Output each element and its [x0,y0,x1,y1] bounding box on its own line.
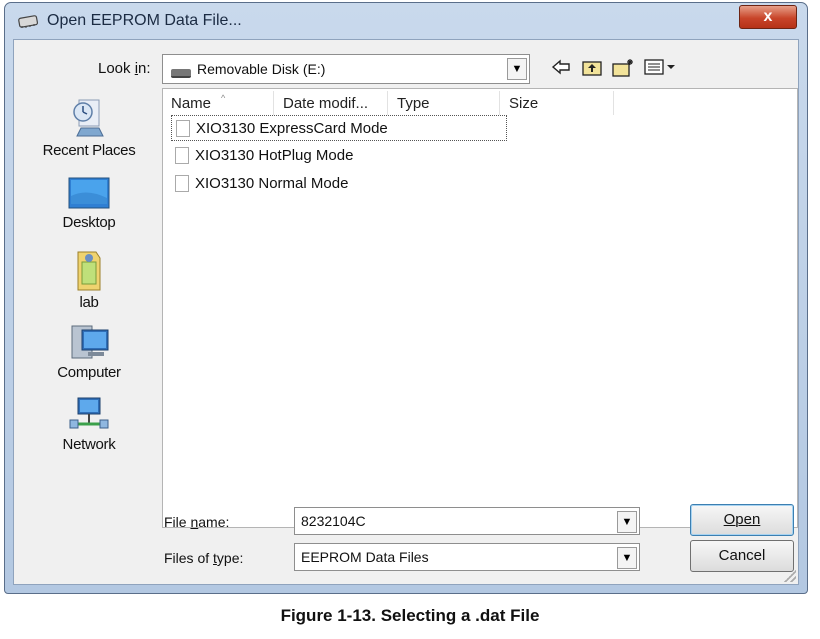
cancel-button[interactable]: Cancel [690,540,794,572]
desktop-icon [68,177,110,209]
new-folder-button[interactable] [610,56,636,78]
dialog-client-area: Look in: Removable Disk (E:) ▼ Recent Pl… [13,39,799,585]
open-button[interactable]: Open [690,504,794,536]
column-header-size[interactable]: Size [509,95,538,112]
column-divider[interactable] [613,91,614,115]
eeprom-chip-icon [18,15,39,28]
views-menu-button[interactable] [642,56,678,78]
file-list[interactable]: Name ^ Date modif... Type Size XIO3130 E… [162,88,798,528]
views-menu-icon [644,59,675,75]
file-icon [176,120,190,137]
window-title: Open EEPROM Data File... [47,12,242,29]
column-divider[interactable] [273,91,274,115]
removable-disk-icon [171,69,191,78]
file-row[interactable]: XIO3130 ExpressCard Mode [171,115,507,141]
recent-places-icon [73,99,104,137]
sort-ascending-icon: ^ [221,93,226,103]
file-type-label: Files of type: [164,550,244,566]
up-folder-button[interactable] [580,56,604,78]
network-icon [69,397,109,429]
up-folder-icon [582,61,602,76]
file-row[interactable]: XIO3130 HotPlug Mode [171,143,507,169]
resize-grip-icon[interactable] [784,570,796,582]
look-in-value: Removable Disk (E:) [197,61,326,77]
close-icon: x [763,8,773,25]
user-folder-icon [77,251,101,291]
close-button[interactable]: x [739,5,797,29]
back-button[interactable] [550,56,572,78]
place-desktop[interactable]: Desktop [20,176,158,231]
file-icon [175,175,189,192]
place-recent-places[interactable]: Recent Places [20,96,158,159]
back-arrow-icon [551,59,570,75]
file-icon [175,147,189,164]
column-divider[interactable] [499,91,500,115]
chevron-down-icon[interactable]: ▼ [617,511,637,533]
place-network[interactable]: Network [20,394,158,453]
chevron-down-icon[interactable]: ▼ [617,547,637,569]
look-in-label: Look in: [98,60,151,77]
column-header-name[interactable]: Name ^ [171,93,225,112]
file-row[interactable]: XIO3130 Normal Mode [171,171,507,197]
places-bar: Recent Places Desktop lab Computer Netwo… [20,90,158,530]
file-name-input[interactable]: 8232104C ▼ [294,507,640,535]
file-name-label: File name: [164,514,230,530]
place-computer[interactable]: Computer [20,322,158,381]
file-type-dropdown[interactable]: EEPROM Data Files ▼ [294,543,640,571]
figure-caption: Figure 1-13. Selecting a .dat File [280,606,540,625]
column-divider[interactable] [387,91,388,115]
look-in-dropdown[interactable]: Removable Disk (E:) ▼ [162,54,530,84]
place-lab[interactable]: lab [20,248,158,311]
chevron-down-icon[interactable]: ▼ [507,58,527,80]
computer-icon [71,325,109,359]
new-folder-icon [612,59,633,77]
dialog-window: Open EEPROM Data File... x Look in: Remo… [4,2,808,594]
title-bar[interactable]: Open EEPROM Data File... x [5,3,807,39]
column-header-date-modified[interactable]: Date modif... [283,95,368,112]
column-header-type[interactable]: Type [397,95,430,112]
